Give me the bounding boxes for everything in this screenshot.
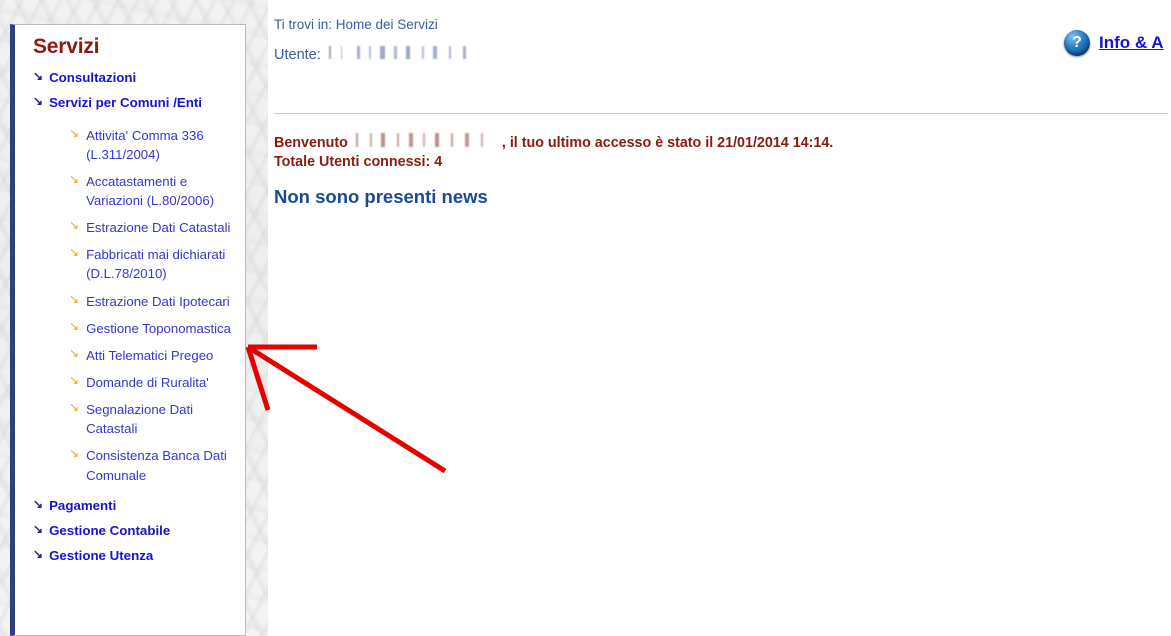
user-line: Utente: [274, 46, 477, 63]
sidebar-subitem-label: Accatastamenti e Variazioni (L.80/2006) [86, 173, 215, 208]
sidebar-subitem-label: Estrazione Dati Ipotecari [86, 293, 230, 309]
sidebar-subitem-accatastamenti-e-variazioni[interactable]: ↘ Accatastamenti e Variazioni (L.80/2006… [15, 168, 245, 214]
sidebar-subitem-label: Estrazione Dati Catastali [86, 220, 231, 236]
arrow-bullet-icon: ↘ [69, 245, 80, 260]
user-label: Utente: [274, 47, 321, 63]
arrow-bullet-icon: ↘ [69, 218, 80, 233]
welcome-user-redacted [352, 133, 501, 147]
welcome-prefix: Benvenuto [274, 135, 348, 151]
sidebar-subitem-label: Gestione Toponomastica [86, 320, 231, 336]
welcome-line: Benvenuto , il tuo ultimo accesso è stat… [274, 133, 833, 153]
sidebar-subitem-consistenza-banca-dati-comunale[interactable]: ↘ Consistenza Banca Dati Comunale [15, 442, 245, 488]
main-content: Ti trovi in: Home dei Servizi Utente: Be… [274, 0, 1171, 636]
help-question-mark-icon: ? [1064, 30, 1090, 56]
breadcrumb: Ti trovi in: Home dei Servizi [274, 17, 438, 32]
arrow-bullet-icon: ↘ [69, 345, 80, 360]
sidebar-title: Servizi [33, 35, 100, 58]
sidebar-subitem-segnalazione-dati-catastali[interactable]: ↘ Segnalazione Dati Catastali [15, 396, 245, 442]
sidebar-subitem-estrazione-dati-catastali[interactable]: ↘ Estrazione Dati Catastali [15, 214, 245, 241]
sidebar-subitem-label: Fabbricati mai dichiarati (D.L.78/2010) [86, 247, 226, 282]
sidebar-subitem-label: Atti Telematici Pregeo [86, 347, 214, 363]
sidebar-subitem-gestione-toponomastica[interactable]: ↘ Gestione Toponomastica [15, 315, 245, 342]
sidebar-nav-list: ↘ Consultazioni ↘ Servizi per Comuni /En… [15, 65, 245, 569]
sidebar-subitem-atti-telematici-pregeo[interactable]: ↘ Atti Telematici Pregeo [15, 342, 245, 369]
sidebar-item-servizi-per-comuni-enti[interactable]: ↘ Servizi per Comuni /Enti [15, 90, 245, 115]
sidebar-subitem-attivita-comma-336[interactable]: ↘ Attivita' Comma 336 (L.311/2004) [15, 122, 245, 168]
news-message: Non sono presenti news [274, 186, 488, 207]
arrow-bullet-icon: ↘ [69, 400, 80, 415]
user-name-redacted [326, 46, 477, 59]
sidebar-item-label: Pagamenti [49, 497, 117, 513]
arrow-bullet-icon: ↘ [69, 291, 80, 306]
sidebar-item-consultazioni[interactable]: ↘ Consultazioni [15, 65, 245, 90]
arrow-bullet-icon: ↘ [33, 94, 44, 109]
arrow-bullet-icon: ↘ [69, 125, 80, 140]
sidebar-subitem-domande-di-ruralita[interactable]: ↘ Domande di Ruralita' [15, 369, 245, 396]
sidebar-item-label: Gestione Contabile [49, 522, 171, 538]
sidebar-item-label: Servizi per Comuni /Enti [49, 95, 203, 111]
content-divider [274, 113, 1168, 114]
sidebar-subitem-label: Segnalazione Dati Catastali [86, 402, 194, 437]
sidebar-subnav-list: ↘ Attivita' Comma 336 (L.311/2004) ↘ Acc… [15, 122, 245, 489]
sidebar-item-gestione-utenza[interactable]: ↘ Gestione Utenza [15, 543, 245, 568]
services-sidebar: Servizi ↘ Consultazioni ↘ Servizi per Co… [10, 24, 246, 636]
sidebar-item-gestione-contabile[interactable]: ↘ Gestione Contabile [15, 518, 245, 543]
arrow-bullet-icon: ↘ [69, 318, 80, 333]
sidebar-item-pagamenti[interactable]: ↘ Pagamenti [15, 493, 245, 518]
info-assistance-link[interactable]: ? Info & A [1064, 30, 1164, 56]
sidebar-subitem-estrazione-dati-ipotecari[interactable]: ↘ Estrazione Dati Ipotecari [15, 288, 245, 315]
arrow-bullet-icon: ↘ [33, 547, 44, 562]
arrow-bullet-icon: ↘ [33, 521, 44, 536]
sidebar-item-label: Consultazioni [49, 70, 137, 85]
arrow-bullet-icon: ↘ [69, 171, 80, 186]
sidebar-item-label: Gestione Utenza [49, 548, 154, 564]
sidebar-subitem-fabbricati-mai-dichiarati[interactable]: ↘ Fabbricati mai dichiarati (D.L.78/2010… [15, 241, 245, 287]
sidebar-subitem-label: Consistenza Banca Dati Comunale [86, 448, 227, 483]
arrow-bullet-icon: ↘ [69, 446, 80, 461]
welcome-suffix: , il tuo ultimo accesso è stato il 21/01… [501, 135, 834, 151]
info-assistance-label: Info & A [1099, 33, 1164, 52]
arrow-bullet-icon: ↘ [33, 496, 44, 511]
welcome-block: Benvenuto , il tuo ultimo accesso è stat… [274, 133, 833, 173]
connected-users-count: Totale Utenti connessi: 4 [274, 154, 443, 171]
arrow-bullet-icon: ↘ [69, 372, 80, 387]
sidebar-subitem-label: Domande di Ruralita' [86, 374, 209, 390]
sidebar-subitem-label: Attivita' Comma 336 (L.311/2004) [86, 127, 204, 162]
arrow-bullet-icon: ↘ [33, 69, 44, 83]
